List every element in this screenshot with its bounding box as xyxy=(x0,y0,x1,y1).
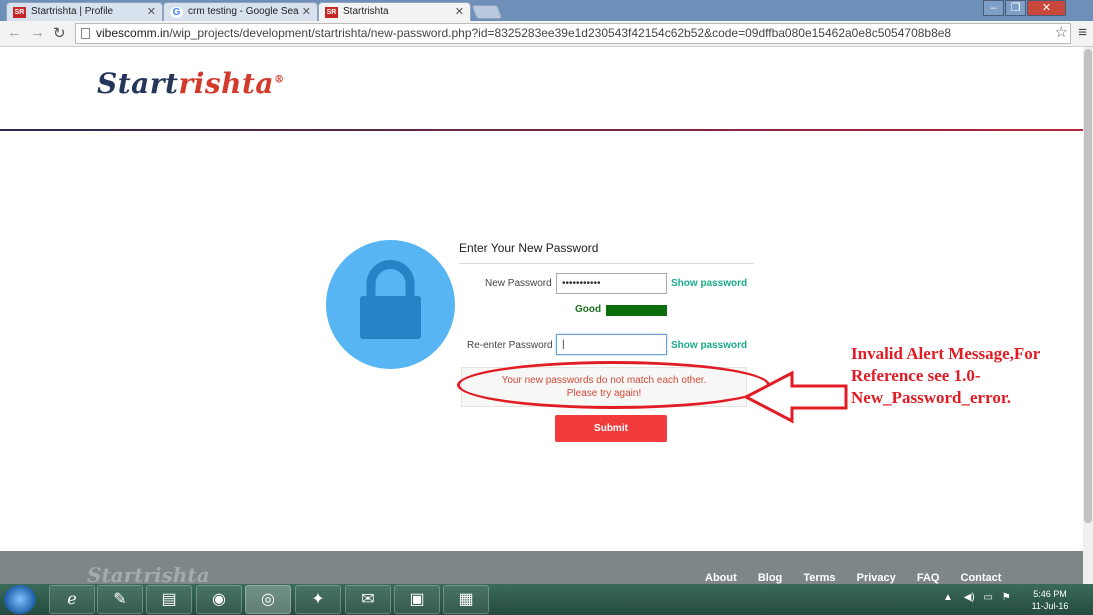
system-tray: ▲ ◀) ▭ ⚑ xyxy=(943,592,1011,603)
show-hidden-icons-icon[interactable]: ▲ xyxy=(943,592,953,603)
back-icon[interactable]: ← xyxy=(7,24,22,41)
footer-link-about[interactable]: About xyxy=(705,572,737,584)
minimize-window-button[interactable]: – xyxy=(983,0,1004,16)
heading-divider xyxy=(459,263,754,264)
form-heading: Enter Your New Password xyxy=(459,241,599,255)
bookmark-star-icon[interactable]: ☆ xyxy=(1055,23,1068,41)
footer-link-faq[interactable]: FAQ xyxy=(917,572,940,584)
clock-date: 11-Jul-16 xyxy=(1031,601,1069,611)
new-tab-button[interactable] xyxy=(471,5,503,19)
page-content: Startrishta® Enter Your New Password New… xyxy=(0,47,1093,584)
annotation-highlight-oval xyxy=(457,361,770,409)
startrishta-favicon-icon: SR xyxy=(325,7,338,18)
reload-icon[interactable]: ↻ xyxy=(53,24,66,42)
windows-taskbar: ℯ ✎ ▤ ◉ ◎ ✦ ✉ ▣ ▦ ▲ ◀) ▭ ⚑ 5:46 PM 11-Ju… xyxy=(0,584,1093,615)
tab-profile[interactable]: SR Startrishta | Profile ✕ xyxy=(6,2,163,21)
firefox-icon[interactable]: ◉ xyxy=(196,585,242,614)
url-host: vibescomm.in xyxy=(96,26,170,40)
header-divider xyxy=(0,129,1083,131)
password-strength-bar xyxy=(606,305,667,316)
close-window-button[interactable]: ✕ xyxy=(1027,0,1066,16)
snipping-tool-icon[interactable]: ▣ xyxy=(394,585,440,614)
logo-registered-mark: ® xyxy=(274,74,285,86)
new-password-field[interactable]: ••••••••••• xyxy=(556,273,667,294)
action-center-icon[interactable]: ⚑ xyxy=(1002,592,1011,603)
logo-part-start: Start xyxy=(97,67,179,100)
clock-time: 5:46 PM xyxy=(1033,589,1067,599)
taskbar-clock[interactable]: 5:46 PM 11-Jul-16 xyxy=(1027,588,1073,612)
internet-explorer-icon[interactable]: ℯ xyxy=(49,585,95,614)
network-icon[interactable]: ▭ xyxy=(984,592,993,603)
footer-link-contact[interactable]: Contact xyxy=(961,572,1002,584)
site-logo[interactable]: Startrishta® xyxy=(97,67,285,100)
footer-link-privacy[interactable]: Privacy xyxy=(857,572,896,584)
safari-icon[interactable]: ✦ xyxy=(295,585,341,614)
close-tab-icon[interactable]: ✕ xyxy=(302,5,311,18)
password-strength-label: Good xyxy=(575,304,602,315)
annotation-arrow-icon xyxy=(742,370,848,424)
outlook-icon[interactable]: ✉ xyxy=(345,585,391,614)
footer-link-terms[interactable]: Terms xyxy=(803,572,835,584)
show-password-link-1[interactable]: Show password xyxy=(671,278,747,289)
site-footer: Startrishta About Blog Terms Privacy FAQ… xyxy=(0,551,1083,584)
reenter-password-label: Re-enter Password xyxy=(467,340,553,351)
forward-icon[interactable]: → xyxy=(30,24,45,41)
tab-label: Startrishta | Profile xyxy=(31,6,114,17)
footer-links: About Blog Terms Privacy FAQ Contact xyxy=(705,572,1019,584)
submit-button[interactable]: Submit xyxy=(555,415,667,442)
logo-part-rishta: rishta xyxy=(178,67,275,100)
footer-link-blog[interactable]: Blog xyxy=(758,572,782,584)
address-bar[interactable]: vibescomm.in/wip_projects/development/st… xyxy=(75,23,1071,44)
google-favicon-icon: G xyxy=(170,7,183,18)
reenter-password-field[interactable]: | xyxy=(556,334,667,355)
new-password-label: New Password xyxy=(485,278,552,289)
tab-label: Startrishta xyxy=(343,6,389,17)
page-scrollbar[interactable] xyxy=(1083,47,1093,584)
browser-tab-bar: SR Startrishta | Profile ✕ G crm testing… xyxy=(0,0,1093,22)
chrome-icon[interactable]: ◎ xyxy=(245,585,291,614)
page-icon xyxy=(81,28,90,39)
url-path: /wip_projects/development/startrishta/ne… xyxy=(169,26,952,40)
close-tab-icon[interactable]: ✕ xyxy=(147,5,156,18)
close-tab-icon[interactable]: ✕ xyxy=(455,5,464,18)
volume-icon[interactable]: ◀) xyxy=(964,592,975,603)
startrishta-favicon-icon: SR xyxy=(13,7,26,18)
paint-icon[interactable]: ✎ xyxy=(97,585,143,614)
file-explorer-icon[interactable]: ▤ xyxy=(146,585,192,614)
tab-startrishta-active[interactable]: SR Startrishta ✕ xyxy=(318,2,471,22)
show-password-link-2[interactable]: Show password xyxy=(671,340,747,351)
annotation-note: Invalid Alert Message,For Reference see … xyxy=(851,344,1041,407)
start-button[interactable] xyxy=(4,585,36,614)
lock-icon xyxy=(326,240,455,369)
footer-logo: Startrishta xyxy=(87,563,210,584)
menu-icon[interactable]: ≡ xyxy=(1078,24,1087,41)
tab-google-search[interactable]: G crm testing - Google Sea ✕ xyxy=(163,2,318,21)
restore-window-button[interactable]: ❐ xyxy=(1005,0,1026,16)
browser-toolbar: ← → ↻ vibescomm.in/wip_projects/developm… xyxy=(0,21,1093,47)
scrollbar-thumb[interactable] xyxy=(1084,49,1092,523)
excel-icon[interactable]: ▦ xyxy=(443,585,489,614)
tab-label: crm testing - Google Sea xyxy=(188,6,299,17)
